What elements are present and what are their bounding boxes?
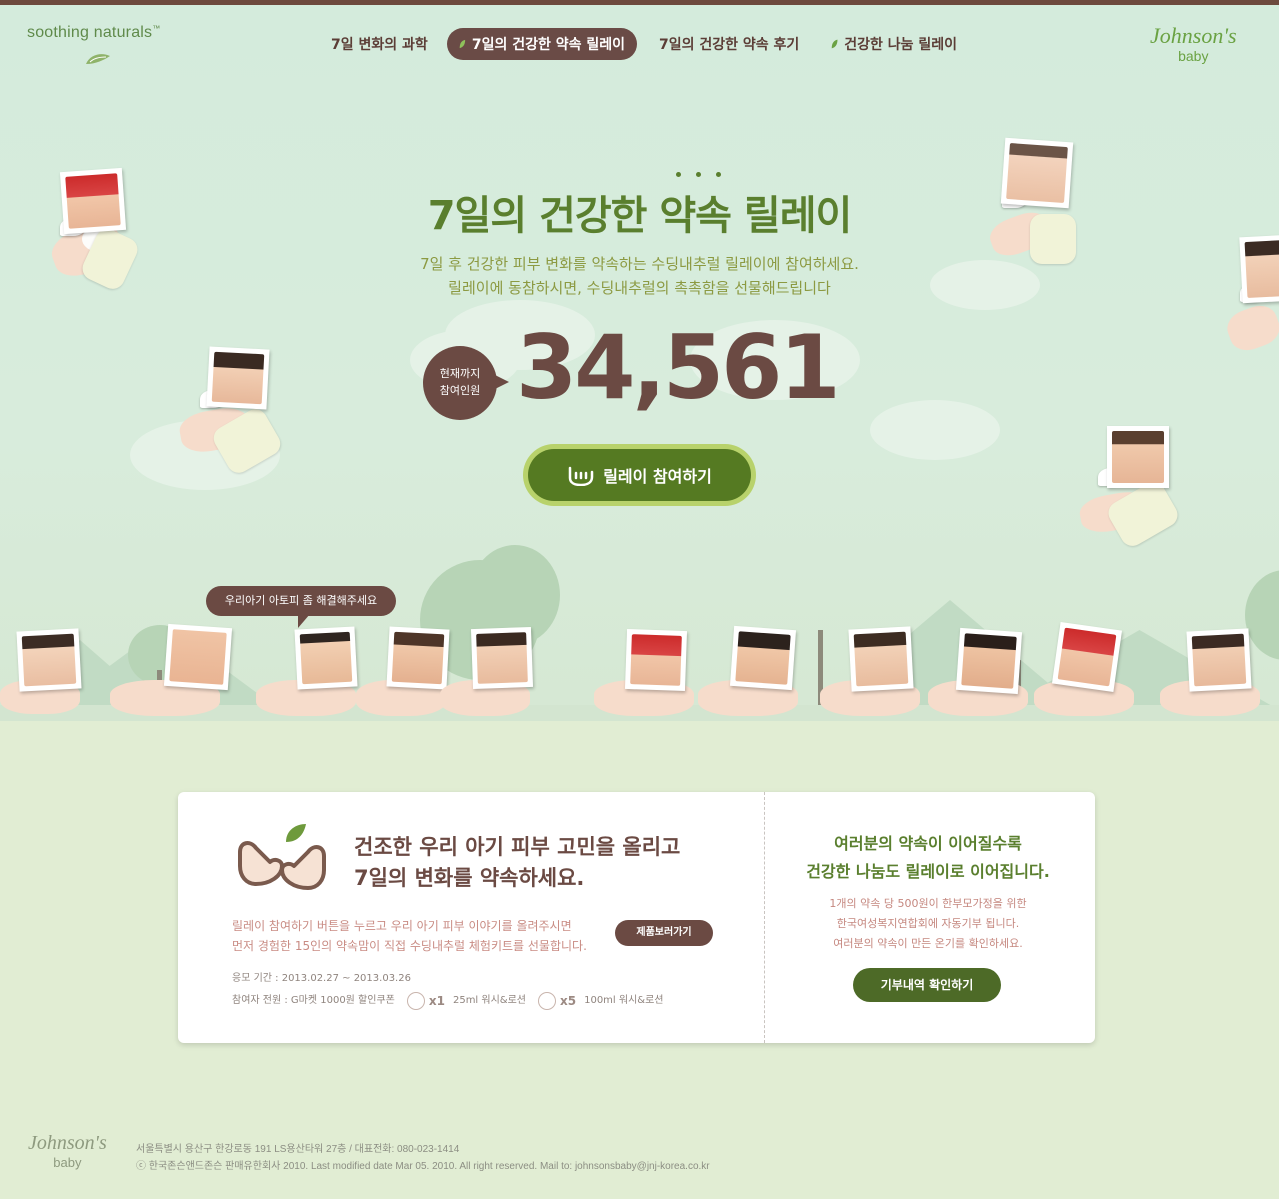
left-description: 릴레이 참여하기 버튼을 누르고 우리 아기 피부 이야기를 올려주시면 먼저 … bbox=[232, 916, 587, 956]
logo-baby: baby bbox=[1178, 48, 1209, 64]
speech-bubble: 우리아기 아토피 좀 해결해주세요 bbox=[206, 586, 396, 628]
count-label-line: 참여인원 bbox=[439, 384, 481, 397]
baby-photo bbox=[1000, 137, 1074, 209]
divider bbox=[764, 792, 765, 1043]
leaf-icon bbox=[86, 54, 110, 64]
page-title: 7일의 건강한 약속 릴레이 bbox=[427, 193, 853, 239]
baby-photo bbox=[1107, 426, 1169, 488]
nav-item-review[interactable]: 7일의 건강한 약속 후기 bbox=[641, 28, 809, 60]
hero-subtitle: 7일 후 건강한 피부 변화를 약속하는 수딩내추럴 릴레이에 참여하세요. 릴… bbox=[0, 252, 1279, 300]
count-label-line: 현재까지 bbox=[439, 367, 481, 380]
main-nav: 7일 변화의 과학 7일의 건강한 약속 릴레이 7일의 건강한 약속 후기 건… bbox=[313, 28, 969, 60]
top-border bbox=[0, 0, 1279, 5]
event-details: 응모 기간 : 2013.02.27 ~ 2013.03.26 참여자 전원 :… bbox=[232, 968, 663, 1012]
footer-info: 서울특별시 용산구 한강로동 191 LS용산타워 27층 / 대표전화: 08… bbox=[136, 1141, 710, 1175]
baby-photo bbox=[1186, 628, 1252, 692]
baby-photo bbox=[59, 167, 127, 235]
nav-item-sharing[interactable]: 건강한 나눔 릴레이 bbox=[819, 28, 969, 60]
prize-quantity: x5 bbox=[560, 994, 577, 1008]
johnsons-baby-logo[interactable]: Johnson's baby bbox=[1150, 23, 1237, 66]
baby-photo bbox=[1051, 621, 1123, 693]
heading-line: 여러분의 약속이 이어질수록 bbox=[834, 834, 1022, 853]
baby-photo bbox=[1239, 234, 1279, 304]
bottle-icon bbox=[538, 992, 556, 1010]
lotion-bottle bbox=[1030, 214, 1076, 264]
footer-copyright: ⓒ 한국존슨앤드존슨 판매유한회사 2010. Last modified da… bbox=[136, 1161, 710, 1172]
prize-label: 100ml 워시&로션 bbox=[584, 995, 664, 1006]
heading-line: 7일의 변화를 약속하세요. bbox=[354, 866, 585, 890]
description-line: 먼저 경험한 15인의 약속맘이 직접 수딩내추럴 체험키트를 선물합니다. bbox=[232, 939, 587, 953]
nav-item-science[interactable]: 7일 변화의 과학 bbox=[313, 28, 439, 60]
baby-photo bbox=[955, 627, 1023, 695]
cloud bbox=[870, 400, 1000, 460]
baby-photo bbox=[624, 628, 688, 692]
event-period: 응모 기간 : 2013.02.27 ~ 2013.03.26 bbox=[232, 973, 411, 984]
logo-text: soothing naturals bbox=[27, 24, 153, 41]
join-relay-button-inner: 릴레이 참여하기 bbox=[528, 449, 751, 501]
pinky-promise-icon bbox=[568, 466, 594, 486]
leaf-icon bbox=[459, 39, 466, 49]
baby-photo bbox=[16, 628, 82, 692]
left-heading: 건조한 우리 아기 피부 고민을 올리고 7일의 변화를 약속하세요. bbox=[354, 832, 680, 894]
emphasis-dot bbox=[716, 172, 721, 177]
baby-photo bbox=[386, 626, 450, 690]
join-relay-label: 릴레이 참여하기 bbox=[603, 467, 712, 486]
emphasis-dot bbox=[696, 172, 701, 177]
join-relay-button[interactable]: 릴레이 참여하기 bbox=[523, 444, 756, 506]
baby-photo bbox=[206, 346, 270, 410]
logo-script: Johnson's bbox=[1150, 23, 1237, 48]
participant-count: 34,561 bbox=[516, 316, 841, 419]
heading-line: 건조한 우리 아기 피부 고민을 올리고 bbox=[354, 835, 681, 859]
description-line: 릴레이 참여하기 버튼을 누르고 우리 아기 피부 이야기를 올려주시면 bbox=[232, 919, 572, 933]
subtitle-line: 7일 후 건강한 피부 변화를 약속하는 수딩내추럴 릴레이에 참여하세요. bbox=[420, 255, 859, 273]
footer-logo-script: Johnson's bbox=[28, 1132, 107, 1154]
trademark: ™ bbox=[152, 24, 161, 33]
prize-quantity: x1 bbox=[428, 994, 445, 1008]
emphasis-dot bbox=[676, 172, 681, 177]
footer-address: 서울특별시 용산구 한강로동 191 LS용산타워 27층 / 대표전화: 08… bbox=[136, 1144, 460, 1155]
info-card: 건조한 우리 아기 피부 고민을 올리고 7일의 변화를 약속하세요. 릴레이 … bbox=[178, 792, 1095, 1043]
description-line: 1개의 약속 당 500원이 한부모가정을 위한 bbox=[829, 897, 1027, 910]
donation-history-button[interactable]: 기부내역 확인하기 bbox=[853, 968, 1001, 1002]
nav-label: 7일의 건강한 약속 후기 bbox=[659, 37, 800, 53]
heading-line: 건강한 나눔도 릴레이로 이어집니다. bbox=[806, 862, 1050, 881]
baby-photo bbox=[163, 623, 233, 691]
soothing-naturals-logo[interactable]: soothing naturals™ bbox=[27, 24, 160, 42]
subtitle-line: 릴레이에 동참하시면, 수딩내추럴의 촉촉함을 선물해드립니다 bbox=[448, 279, 831, 297]
right-description: 1개의 약속 당 500원이 한부모가정을 위한 한국여성복지연합회에 자동기부… bbox=[778, 894, 1078, 954]
prize-label: 25ml 워시&로션 bbox=[452, 995, 526, 1006]
participant-count-label: 현재까지 참여인원 bbox=[423, 346, 509, 420]
nav-label: 건강한 나눔 릴레이 bbox=[844, 37, 957, 53]
baby-photo bbox=[294, 626, 358, 690]
participant-prize: 참여자 전원 : G마켓 1000원 할인쿠폰 bbox=[232, 995, 395, 1006]
nav-label: 7일의 건강한 약속 릴레이 bbox=[471, 37, 625, 53]
description-line: 여러분의 약속이 만든 온기를 확인하세요. bbox=[833, 937, 1023, 950]
right-heading: 여러분의 약속이 이어질수록 건강한 나눔도 릴레이로 이어집니다. bbox=[778, 830, 1078, 886]
baby-photo bbox=[470, 626, 534, 690]
footer-logo: Johnson's baby bbox=[28, 1132, 107, 1171]
description-line: 한국여성복지연합회에 자동기부 됩니다. bbox=[836, 917, 1020, 930]
baby-photo bbox=[848, 626, 914, 692]
leaf-icon bbox=[831, 39, 838, 49]
view-product-button[interactable]: 제품보러가기 bbox=[615, 920, 713, 946]
baby-photo bbox=[729, 625, 797, 691]
footer-logo-baby: baby bbox=[53, 1155, 82, 1170]
nav-label: 7일 변화의 과학 bbox=[331, 37, 428, 53]
nav-item-relay[interactable]: 7일의 건강한 약속 릴레이 bbox=[447, 28, 637, 60]
pinky-promise-icon bbox=[238, 824, 326, 890]
prize-row: 참여자 전원 : G마켓 1000원 할인쿠폰 x1 25ml 워시&로션 x5… bbox=[232, 990, 663, 1012]
bottle-icon bbox=[406, 992, 425, 1010]
